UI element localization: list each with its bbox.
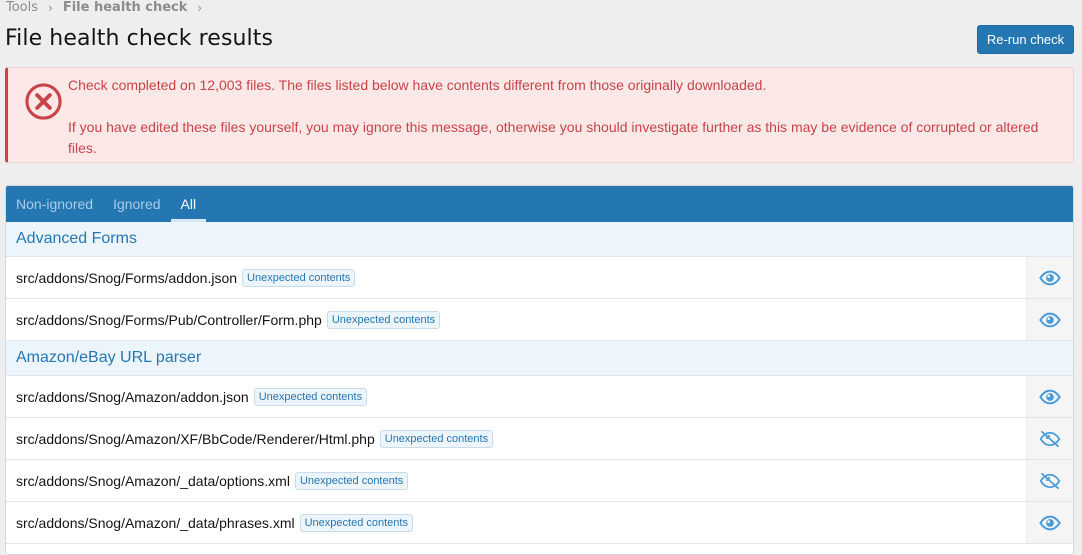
toggle-ignore-button[interactable] [1026, 257, 1073, 298]
chevron-right-icon: › [48, 1, 53, 15]
tab-all[interactable]: All [170, 186, 207, 222]
group-header: Amazon/eBay URL parser [6, 341, 1073, 376]
toggle-ignore-button[interactable] [1026, 299, 1073, 340]
eye-icon [1039, 515, 1061, 531]
file-row: src/addons/Snog/Amazon/_data/phrases.xml… [6, 502, 1073, 544]
file-cell: src/addons/Snog/Forms/addon.json Unexpect… [6, 257, 1026, 298]
file-path: src/addons/Snog/Forms/Pub/Controller/For… [16, 311, 322, 328]
file-path: src/addons/Snog/Amazon/_data/phrases.xml [16, 514, 295, 531]
status-badge: Unexpected contents [379, 429, 494, 448]
file-row: src/addons/Snog/Forms/addon.json Unexpect… [6, 257, 1073, 299]
status-badge: Unexpected contents [242, 268, 356, 287]
breadcrumb-item-tools[interactable]: Tools [6, 0, 38, 16]
breadcrumb-item-file-health-check[interactable]: File health check [63, 0, 188, 16]
file-cell: src/addons/Snog/Amazon/XF/BbCode/Rendere… [6, 418, 1026, 459]
chevron-right-icon: › [197, 1, 203, 15]
rerun-check-button[interactable]: Re-run check [977, 25, 1074, 54]
eye-icon [1039, 389, 1061, 405]
toggle-ignore-button[interactable] [1026, 460, 1073, 501]
alert-message-summary: Check completed on 12,003 files. The fil… [68, 77, 767, 93]
status-badge: Unexpected contents [294, 471, 409, 490]
file-cell: src/addons/Snog/Amazon/_data/options.xml… [6, 460, 1026, 501]
eye-icon [1039, 270, 1061, 286]
eye-icon [1039, 312, 1061, 328]
eye-slash-icon [1039, 472, 1061, 489]
file-groups: Advanced Forms src/addons/Snog/Forms/addo… [6, 222, 1073, 544]
file-path: src/addons/Snog/Amazon/_data/options.xml [16, 472, 290, 489]
group-header: Advanced Forms [6, 222, 1073, 257]
toggle-ignore-button[interactable] [1026, 502, 1073, 543]
file-row: src/addons/Snog/Amazon/addon.json Unexpec… [6, 376, 1073, 418]
toggle-ignore-button[interactable] [1026, 376, 1073, 417]
status-badge: Unexpected contents [326, 310, 441, 329]
file-row: src/addons/Snog/Forms/Pub/Controller/For… [6, 299, 1073, 341]
file-cell: src/addons/Snog/Forms/Pub/Controller/For… [6, 299, 1026, 340]
error-alert: Check completed on 12,003 files. The fil… [5, 67, 1074, 163]
file-cell: src/addons/Snog/Amazon/addon.json Unexpec… [6, 376, 1026, 417]
eye-slash-icon [1039, 430, 1061, 447]
file-row: src/addons/Snog/Amazon/_data/options.xml… [6, 460, 1073, 502]
status-badge: Unexpected contents [253, 387, 368, 406]
file-path: src/addons/Snog/Amazon/XF/BbCode/Rendere… [16, 430, 375, 447]
file-path: src/addons/Snog/Amazon/addon.json [16, 388, 249, 405]
tab-non-ignored[interactable]: Non-ignored [6, 186, 103, 222]
error-circle-x-icon [25, 83, 62, 120]
results-block: Non-ignored Ignored All Advanced Forms sr… [5, 185, 1074, 555]
file-cell: src/addons/Snog/Amazon/_data/phrases.xml… [6, 502, 1026, 543]
page-scrollbar[interactable] [1074, 0, 1082, 543]
toggle-ignore-button[interactable] [1026, 418, 1073, 459]
alert-message-detail: If you have edited these files yourself,… [68, 119, 1039, 156]
file-path: src/addons/Snog/Forms/addon.json [16, 269, 238, 286]
breadcrumb: Tools › File health check › [6, 0, 212, 16]
tab-ignored[interactable]: Ignored [103, 186, 170, 222]
filter-tabs: Non-ignored Ignored All [6, 186, 1073, 222]
file-row: src/addons/Snog/Amazon/XF/BbCode/Rendere… [6, 418, 1073, 460]
page-title: File health check results [5, 26, 274, 51]
status-badge: Unexpected contents [299, 513, 413, 532]
